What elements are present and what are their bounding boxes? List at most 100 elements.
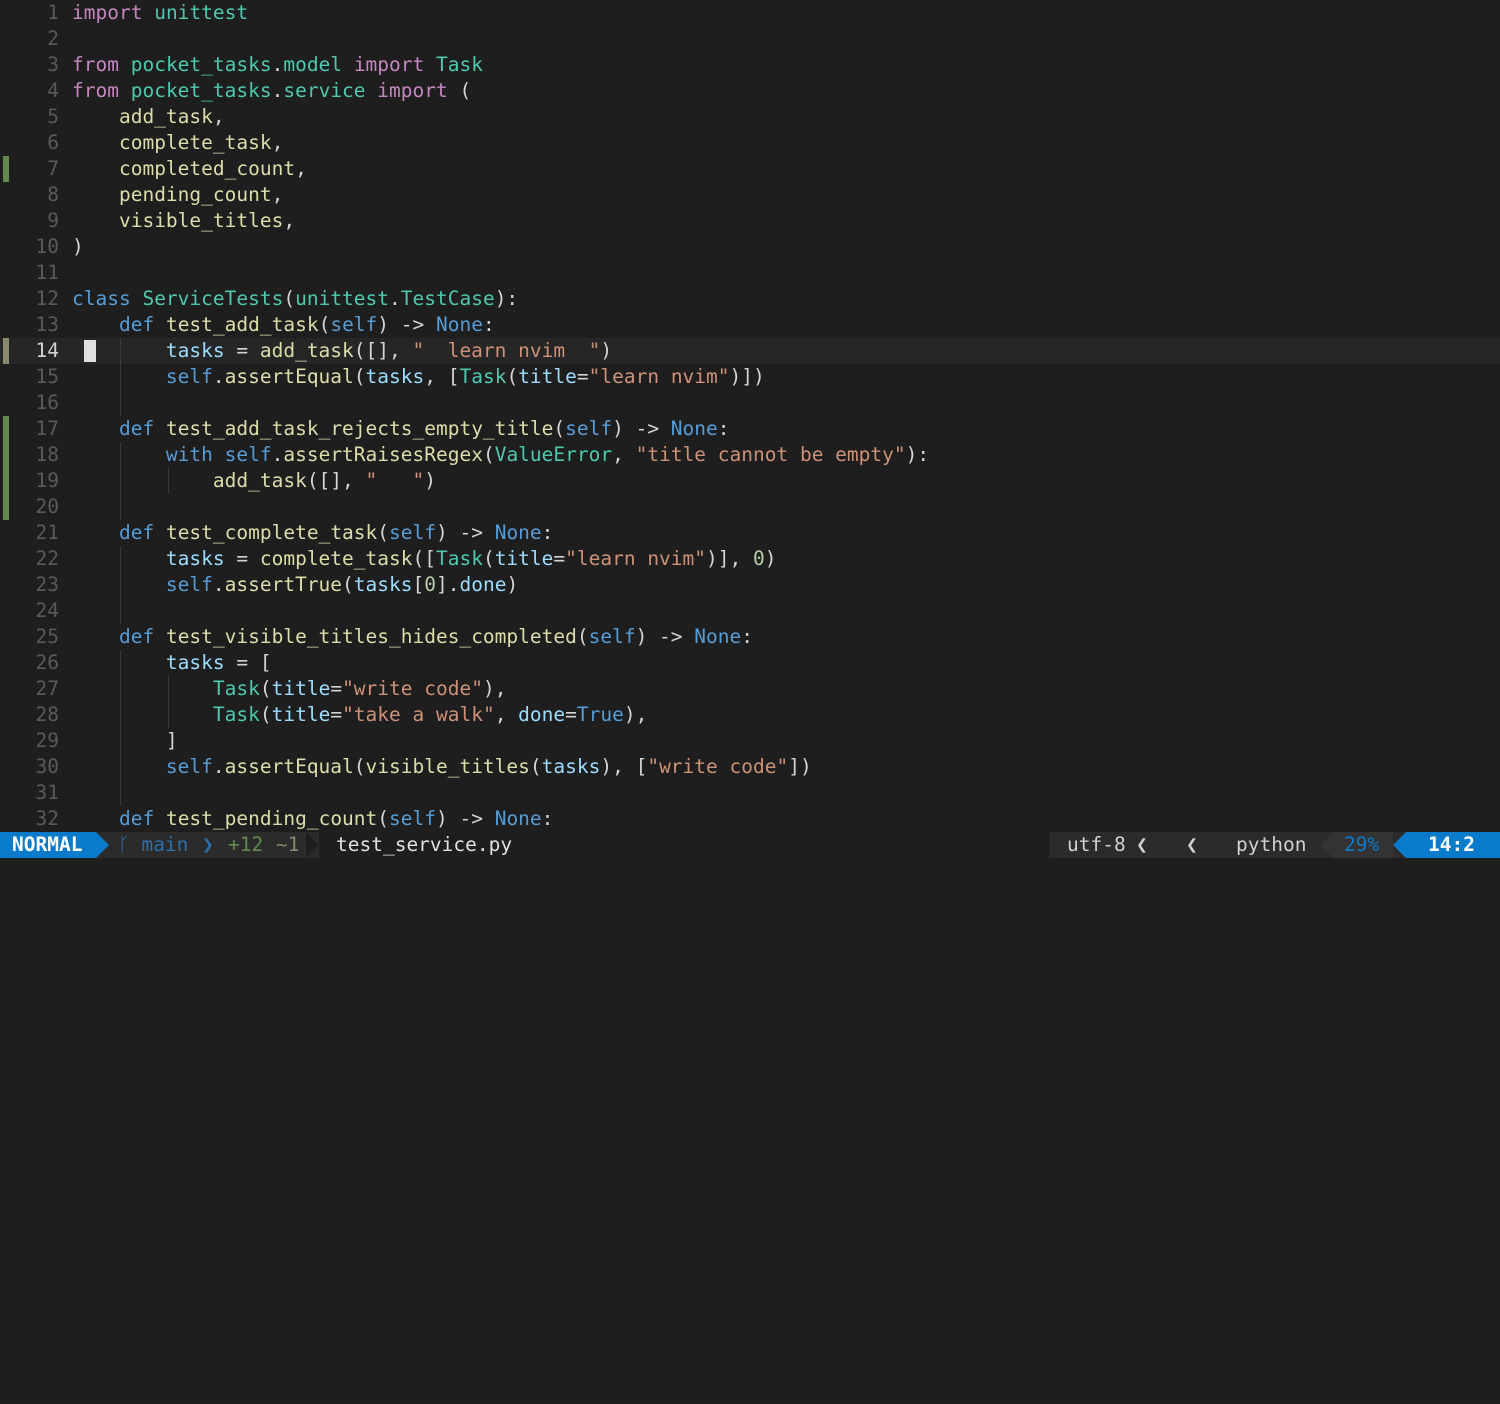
code-line[interactable]: 28 Task(title="take a walk", done=True), xyxy=(0,702,1500,728)
indent-guide xyxy=(120,780,122,806)
code-text: tasks = add_task([], " learn nvim ") xyxy=(72,338,612,364)
code-token: ServiceTests xyxy=(142,287,284,310)
code-token: ) xyxy=(506,573,519,596)
code-token: " learn nvim " xyxy=(412,339,601,362)
line-number: 15 xyxy=(35,365,59,388)
code-line[interactable]: 3 from pocket_tasks.model import Task xyxy=(0,52,1500,78)
code-text: def test_complete_task(self) -> None: xyxy=(72,520,553,546)
code-line[interactable]: 14 tasks = add_task([], " learn nvim ") xyxy=(0,338,1500,364)
code-line[interactable]: 23 self.assertTrue(tasks[0].done) xyxy=(0,572,1500,598)
code-line[interactable]: 5 add_task, xyxy=(0,104,1500,130)
code-token: assertTrue xyxy=(224,573,343,596)
code-token: ) xyxy=(600,339,613,362)
line-number: 25 xyxy=(35,625,59,648)
code-line[interactable]: 17 def test_add_task_rejects_empty_title… xyxy=(0,416,1500,442)
line-number: 7 xyxy=(47,157,59,180)
code-line[interactable]: 20 xyxy=(0,494,1500,520)
code-token: ) xyxy=(764,547,777,570)
code-token: [ xyxy=(412,573,425,596)
code-line[interactable]: 8 pending_count, xyxy=(0,182,1500,208)
code-text: self.assertEqual(tasks, [Task(title="lea… xyxy=(72,364,765,390)
section-separator-icon: ❮ xyxy=(1136,833,1148,856)
code-text: from pocket_tasks.service import ( xyxy=(72,78,471,104)
code-line[interactable]: 13 def test_add_task(self) -> None: xyxy=(0,312,1500,338)
code-token: ): xyxy=(494,287,519,310)
indent-guide xyxy=(120,598,122,624)
code-line[interactable]: 19 add_task([], " ") xyxy=(0,468,1500,494)
code-line[interactable]: 30 self.assertEqual(visible_titles(tasks… xyxy=(0,754,1500,780)
code-line[interactable]: 22 tasks = complete_task([Task(title="le… xyxy=(0,546,1500,572)
code-token: ([], xyxy=(353,339,413,362)
code-line[interactable]: 18 with self.assertRaisesRegex(ValueErro… xyxy=(0,442,1500,468)
filename: test_service.py xyxy=(336,833,513,856)
code-token: "write code" xyxy=(342,677,483,700)
code-line[interactable]: 32 def test_pending_count(self) -> None: xyxy=(0,806,1500,832)
code-token: tasks xyxy=(165,651,225,674)
code-token: visible_titles xyxy=(118,209,284,232)
code-line[interactable]: 21 def test_complete_task(self) -> None: xyxy=(0,520,1500,546)
code-line[interactable]: 1 import unittest xyxy=(0,0,1500,26)
code-token: 0 xyxy=(753,547,765,570)
code-token: ([ xyxy=(412,547,436,570)
code-line[interactable]: 12 class ServiceTests(unittest.TestCase): xyxy=(0,286,1500,312)
code-token: class xyxy=(72,287,131,310)
code-token: Task xyxy=(212,677,260,700)
code-token: model xyxy=(283,53,343,76)
code-text: ) xyxy=(72,234,84,260)
code-line[interactable]: 25 def test_visible_titles_hides_complet… xyxy=(0,624,1500,650)
code-token: self xyxy=(165,365,213,388)
code-line[interactable]: 9 visible_titles, xyxy=(0,208,1500,234)
code-line[interactable]: 26 tasks = [ xyxy=(0,650,1500,676)
file-encoding: utf-8 xyxy=(1067,833,1126,856)
editor-buffer[interactable]: 1 import unittest 2 3 from pocket_tasks.mode… xyxy=(0,0,1500,832)
code-line[interactable]: 6 complete_task, xyxy=(0,130,1500,156)
code-token: , xyxy=(271,183,284,206)
code-token: Task xyxy=(436,53,483,76)
code-token: add_task xyxy=(212,469,307,492)
code-line[interactable]: 29 ] xyxy=(0,728,1500,754)
code-line[interactable]: 24 xyxy=(0,598,1500,624)
code-line[interactable]: 15 self.assertEqual(tasks, [Task(title="… xyxy=(0,364,1500,390)
mode-indicator: NORMAL xyxy=(0,832,96,858)
line-number: 23 xyxy=(35,573,59,596)
code-token: ( xyxy=(506,365,519,388)
code-line[interactable]: 2 xyxy=(0,26,1500,52)
code-token: ) -> xyxy=(436,521,495,544)
code-token: def xyxy=(118,807,155,830)
code-token: "learn nvim" xyxy=(588,365,730,388)
code-line[interactable]: 4 from pocket_tasks.service import ( xyxy=(0,78,1500,104)
code-text: import unittest xyxy=(72,0,248,26)
code-token: title xyxy=(518,365,577,388)
code-line[interactable]: 7 completed_count, xyxy=(0,156,1500,182)
code-line[interactable]: 10) xyxy=(0,234,1500,260)
line-number: 18 xyxy=(35,443,59,466)
command-line[interactable] xyxy=(0,858,1500,885)
code-line[interactable]: 11 xyxy=(0,260,1500,286)
code-token: " " xyxy=(365,469,425,492)
code-line[interactable]: 27 Task(title="write code"), xyxy=(0,676,1500,702)
code-token: = xyxy=(553,547,566,570)
code-token: , xyxy=(295,157,307,180)
line-number: 29 xyxy=(35,729,59,752)
line-number: 10 xyxy=(35,235,59,258)
code-text: from pocket_tasks.model import Task xyxy=(72,52,483,78)
indent-guide xyxy=(120,494,122,520)
code-token: ( xyxy=(259,703,272,726)
code-text: class ServiceTests(unittest.TestCase): xyxy=(72,286,518,312)
code-token: : xyxy=(717,417,730,440)
code-line[interactable]: 31 xyxy=(0,780,1500,806)
code-token: ) -> xyxy=(377,313,436,336)
line-number: 24 xyxy=(35,599,59,622)
code-token: assertEqual xyxy=(224,365,354,388)
line-number: 2 xyxy=(47,27,59,50)
code-token: : xyxy=(741,625,753,648)
code-line[interactable]: 16 xyxy=(0,390,1500,416)
code-text: def test_add_task(self) -> None: xyxy=(72,312,495,338)
